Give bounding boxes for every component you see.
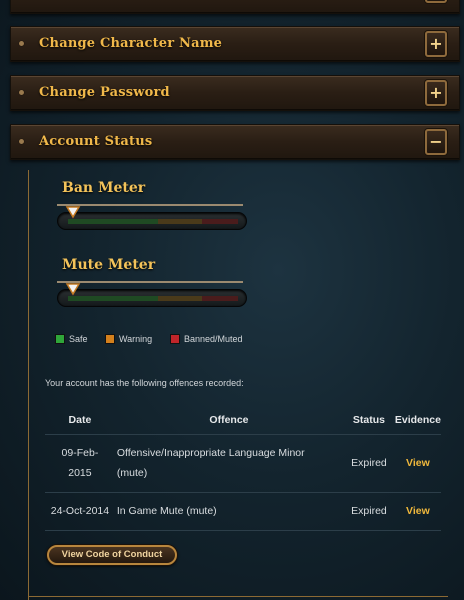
offences-intro: Your account has the following offences …	[45, 378, 244, 388]
legend-item-safe: Safe	[55, 334, 88, 344]
accordion-header-account-status[interactable]: Account Status −	[10, 124, 460, 160]
offence-date-line: 09-Feb-	[61, 447, 99, 459]
panel-bottom-border	[28, 596, 448, 600]
accordion-header-change-password[interactable]: Change Password +	[10, 75, 460, 111]
meter-rail	[57, 204, 243, 206]
accordion-title: Change Character Name	[39, 36, 223, 51]
meter-safe-zone	[68, 219, 158, 224]
offences-table: Date Offence Status Evidence 09-Feb- 201…	[45, 406, 441, 531]
meter-rail	[57, 281, 243, 283]
column-header-date: Date	[68, 413, 92, 426]
accordion-title: Account Status	[39, 134, 153, 149]
offence-date-line: 2015	[68, 467, 92, 479]
expand-icon[interactable]	[425, 0, 447, 3]
column-header-evidence: Evidence	[394, 413, 441, 426]
accordion-header-previous[interactable]	[10, 0, 460, 14]
table-row: 09-Feb- 2015 Offensive/Inappropriate Lan…	[45, 433, 441, 492]
meter-banned-zone	[202, 219, 238, 224]
meter-banned-zone	[202, 296, 238, 301]
account-status-panel: Ban Meter Mute Meter Safe Warning Banned…	[28, 170, 448, 600]
column-header-status: Status	[352, 413, 385, 426]
column-header-offence: Offence	[209, 413, 249, 426]
mute-meter	[57, 281, 247, 307]
table-row: 24-Oct-2014 In Game Mute (mute) Expired …	[45, 491, 441, 531]
warning-swatch	[105, 334, 115, 344]
meter-warning-zone	[158, 219, 202, 224]
view-code-of-conduct-button[interactable]: View Code of Conduct	[47, 545, 177, 565]
legend-item-warning: Warning	[105, 334, 152, 344]
expand-icon[interactable]: +	[425, 80, 447, 106]
evidence-cell: View	[394, 433, 441, 492]
offence-status: Expired	[343, 491, 395, 531]
evidence-cell: View	[394, 491, 441, 531]
ban-meter-label: Ban Meter	[62, 180, 146, 196]
table-header-row: Date Offence Status Evidence	[45, 406, 441, 434]
meter-warning-zone	[158, 296, 202, 301]
offence-text-line: Offensive/Inappropriate Language Minor	[116, 447, 305, 459]
legend-label: Safe	[69, 334, 88, 344]
mute-meter-label: Mute Meter	[62, 257, 156, 273]
offence-description: In Game Mute (mute)	[114, 491, 344, 531]
meter-bar	[57, 212, 247, 230]
rivet-decoration	[19, 41, 24, 46]
view-evidence-link[interactable]: View	[406, 505, 430, 517]
view-evidence-link[interactable]: View	[406, 457, 430, 469]
meter-pointer-icon	[65, 283, 81, 296]
rivet-decoration	[19, 90, 24, 95]
account-settings-page: Change Character Name + Change Password …	[0, 0, 464, 600]
legend-label: Banned/Muted	[184, 334, 243, 344]
safe-swatch	[55, 334, 65, 344]
offence-text-line: (mute)	[116, 467, 148, 479]
meter-safe-zone	[68, 296, 158, 301]
meter-pointer-icon	[65, 206, 81, 219]
legend-item-banned-muted: Banned/Muted	[170, 334, 243, 344]
accordion-title: Change Password	[39, 85, 170, 100]
ban-meter	[57, 204, 247, 230]
expand-icon[interactable]: +	[425, 31, 447, 57]
offence-description: Offensive/Inappropriate Language Minor (…	[114, 433, 344, 492]
collapse-icon[interactable]: −	[425, 129, 447, 155]
legend-label: Warning	[119, 334, 153, 344]
offence-date: 09-Feb- 2015	[45, 433, 115, 492]
meter-bar	[57, 289, 247, 307]
banned-swatch	[170, 334, 180, 344]
offence-date: 24-Oct-2014	[45, 491, 115, 531]
rivet-decoration	[19, 139, 24, 144]
offence-status: Expired	[343, 433, 395, 492]
accordion-header-change-character-name[interactable]: Change Character Name +	[10, 26, 460, 62]
